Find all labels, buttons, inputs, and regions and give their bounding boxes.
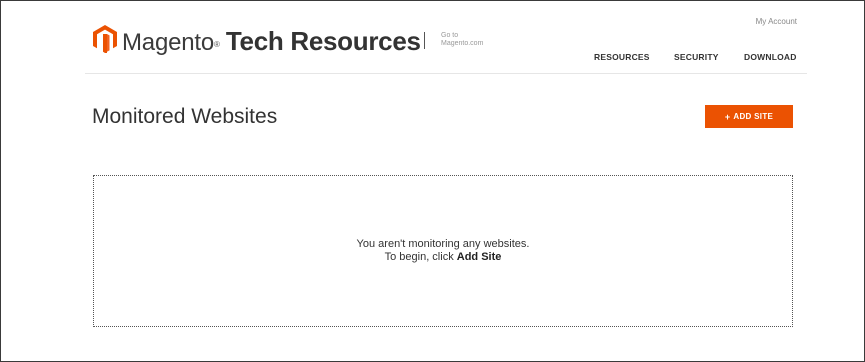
empty-state-panel: You aren't monitoring any websites. To b… bbox=[93, 175, 793, 327]
plus-icon: + bbox=[724, 111, 731, 122]
empty-state-line1: You aren't monitoring any websites. bbox=[356, 238, 530, 250]
brand-name: Magento bbox=[122, 29, 214, 56]
empty-state-message: You aren't monitoring any websites. To b… bbox=[94, 238, 792, 264]
brand-trademark: ® bbox=[214, 40, 220, 49]
nav-resources[interactable]: RESOURCES bbox=[594, 52, 650, 62]
nav-security[interactable]: SECURITY bbox=[674, 52, 719, 62]
empty-state-prefix: To begin, click bbox=[384, 251, 457, 263]
header-divider bbox=[424, 32, 425, 49]
browser-frame: Magento® Tech Resources Go to Magento.com… bbox=[0, 0, 865, 362]
goto-line1: Go to bbox=[441, 32, 459, 39]
my-account-link[interactable]: My Account bbox=[756, 17, 797, 26]
goto-magento-link[interactable]: Go to Magento.com bbox=[441, 32, 483, 48]
page-title: Monitored Websites bbox=[92, 105, 278, 128]
brand-title[interactable]: Magento® Tech Resources bbox=[122, 26, 421, 61]
magento-logo-icon[interactable] bbox=[93, 25, 117, 53]
add-site-label: ADD SITE bbox=[733, 112, 774, 121]
product-name: Tech Resources bbox=[225, 26, 421, 56]
site-header: Magento® Tech Resources Go to Magento.com… bbox=[85, 1, 807, 74]
empty-state-action: Add Site bbox=[456, 251, 502, 263]
nav-download[interactable]: DOWNLOAD bbox=[744, 52, 797, 62]
goto-line2: Magento.com bbox=[441, 40, 484, 47]
add-site-button[interactable]: + ADD SITE bbox=[705, 105, 793, 128]
empty-state-line2: To begin, click Add Site bbox=[94, 251, 792, 264]
